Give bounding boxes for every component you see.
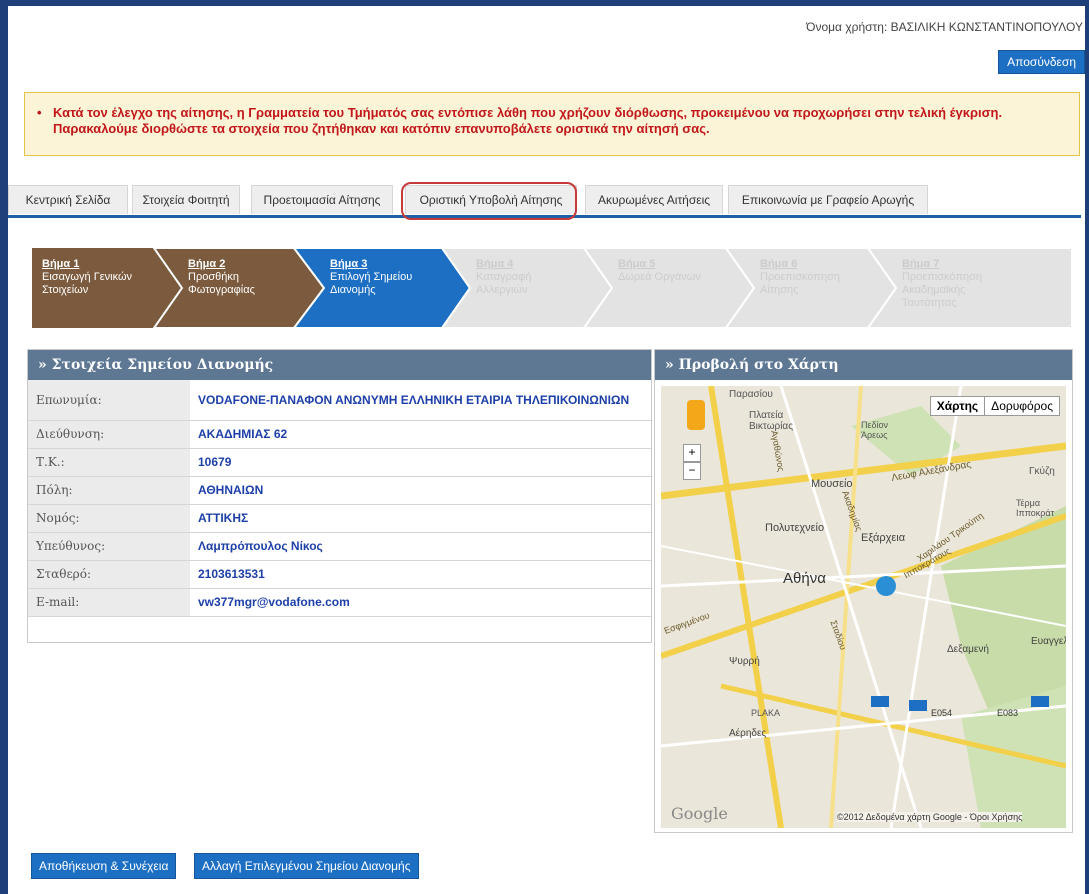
save-continue-button[interactable]: Αποθήκευση & Συνέχεια	[31, 853, 177, 879]
table-row: Τ.Κ.: 10679	[28, 448, 651, 477]
alert-line-2: Παρακαλούμε διορθώστε τα στοιχεία που ζη…	[53, 121, 710, 136]
details-table: Επωνυμία: VODAFONE-ΠΑΝΑΦΟΝ ΑΝΩΝΥΜΗ ΕΛΛΗΝΙ…	[28, 380, 651, 617]
step-5: Βήμα 5 Δωρεά Οργάνων	[618, 258, 701, 283]
step-1[interactable]: Βήμα 1 Εισαγωγή Γενικών Στοιχείων	[32, 248, 152, 328]
map-type-map[interactable]: Χάρτης	[931, 397, 986, 415]
map-view[interactable]: + − Χάρτης Δορυφόρος Παρασίου Πλατεία Βικ…	[661, 386, 1066, 828]
map-label: PLAKA	[751, 708, 781, 718]
map-label: Γκύζη	[1029, 466, 1055, 477]
map-type-satellite[interactable]: Δορυφόρος	[985, 397, 1059, 415]
map-label: Εξάρχεια	[861, 532, 906, 544]
map-label: Παρασίου	[729, 389, 773, 400]
error-alert: • Κατά τον έλεγχο της αίτησης, η Γραμματ…	[24, 92, 1080, 156]
map-label: Πολυτεχνείο	[765, 522, 825, 534]
step-4: Βήμα 4 Καταγραφή Αλλεργιών	[476, 258, 532, 296]
map-panel: » Προβολή στο Χάρτη + − Χάρτης Δορυφόρος…	[654, 349, 1073, 833]
zoom-in-button[interactable]: +	[683, 444, 701, 462]
logout-button[interactable]: Αποσύνδεση	[998, 50, 1085, 74]
map-label: Τέρμα Ιπποκράτ	[1016, 498, 1055, 518]
step-7: Βήμα 7 Προεπισκόπηση Ακαδημαϊκής Ταυτότη…	[902, 258, 982, 309]
username-label: Όνομα χρήστη: ΒΑΣΙΛΙΚΗ ΚΩΝΣΤΑΝΤΙΝΟΠΟΥΛΟΥ	[806, 20, 1083, 34]
step-2[interactable]: Βήμα 2 Προσθήκη Φωτογραφίας	[178, 248, 288, 328]
distribution-point-panel: » Στοιχεία Σημείου Διανομής Επωνυμία: VOD…	[27, 349, 652, 643]
map-label: Αέρηδες	[729, 728, 767, 739]
road-badge: E083	[997, 708, 1019, 718]
street-view-pegman-icon[interactable]	[687, 400, 705, 430]
map-label: Αθήνα	[783, 570, 826, 587]
google-logo: Google	[671, 804, 728, 823]
map-attribution[interactable]: ©2012 Δεδομένα χάρτη Google - Όροι Χρήση…	[837, 812, 1023, 822]
change-distribution-point-button[interactable]: Αλλαγή Επιλεγμένου Σημείου Διανομής	[194, 853, 419, 879]
tab-prepare-application[interactable]: Προετοιμασία Αίτησης	[251, 185, 393, 214]
table-row: Νομός: ΑΤΤΙΚΗΣ	[28, 504, 651, 533]
map-label: Μουσείο	[811, 478, 853, 490]
zoom-out-button[interactable]: −	[683, 462, 701, 480]
table-row: Επωνυμία: VODAFONE-ΠΑΝΑΦΟΝ ΑΝΩΝΥΜΗ ΕΛΛΗΝΙ…	[28, 380, 651, 421]
panel-heading: » Στοιχεία Σημείου Διανομής	[28, 350, 651, 380]
tab-home[interactable]: Κεντρική Σελίδα	[8, 185, 128, 214]
map-label: Ψυρρή	[729, 656, 760, 667]
map-graphics	[661, 386, 1066, 828]
table-row: Διεύθυνση: ΑΚΑΔΗΜΙΑΣ 62	[28, 420, 651, 449]
table-row: Υπεύθυνος: Λαμπρόπουλος Νίκος	[28, 532, 651, 561]
alert-line-1: Κατά τον έλεγχο της αίτησης, η Γραμματεί…	[53, 105, 1003, 120]
table-row: Σταθερό: 2103613531	[28, 560, 651, 589]
map-label: Ευαγγελ	[1031, 636, 1066, 647]
map-heading: » Προβολή στο Χάρτη	[655, 350, 1072, 380]
tab-student-info[interactable]: Στοιχεία Φοιτητή	[132, 185, 240, 214]
step-6: Βήμα 6 Προεπισκόπηση Αίτησης	[760, 258, 840, 296]
map-label: Πλατεία Βικτωρίας	[749, 410, 794, 432]
tab-cancelled-applications[interactable]: Ακυρωμένες Αιτήσεις	[585, 185, 723, 214]
bullet-icon: •	[37, 105, 42, 120]
table-row: E-mail: vw377mgr@vodafone.com	[28, 588, 651, 617]
road-badge: E054	[931, 708, 953, 718]
map-type-toggle[interactable]: Χάρτης Δορυφόρος	[929, 396, 1060, 416]
wizard-steps: Βήμα 1 Εισαγωγή Γενικών Στοιχείων Βήμα 2…	[32, 248, 1072, 328]
map-label: Δεξαμενή	[947, 644, 989, 655]
step-3[interactable]: Βήμα 3 Επιλογή Σημείου Διανομής	[320, 248, 430, 328]
table-row: Πόλη: ΑΘΗΝΑΙΩΝ	[28, 476, 651, 505]
highlight-ring	[401, 182, 577, 220]
tab-helpdesk-contact[interactable]: Επικοινωνία με Γραφείο Αρωγής	[728, 185, 928, 214]
map-label: Πεδίον Άρεως	[861, 420, 889, 440]
